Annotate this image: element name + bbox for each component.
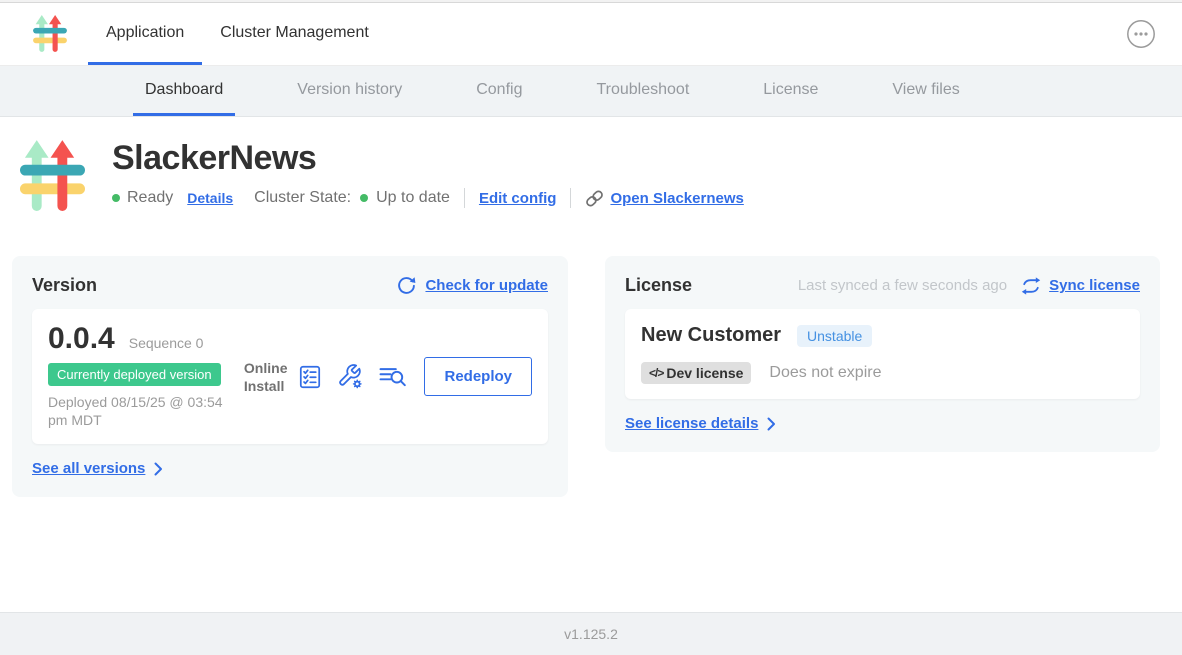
app-status-dot — [112, 194, 120, 202]
check-for-update-action[interactable]: Check for update — [396, 275, 548, 296]
customer-row: New Customer Unstable — [641, 324, 1124, 347]
version-card-header: Version Check for update — [32, 275, 548, 296]
see-all-versions-link[interactable]: See all versions — [32, 460, 145, 477]
deployed-status-badge: Currently deployed version — [48, 363, 221, 386]
cluster-state-label: Cluster State: — [254, 189, 351, 207]
redeploy-button[interactable]: Redeploy — [424, 357, 532, 396]
license-type-label: Dev license — [666, 365, 743, 381]
subtab-troubleshoot[interactable]: Troubleshoot — [584, 66, 701, 116]
open-app-link[interactable]: Open Slackernews — [610, 190, 743, 207]
tab-application-label: Application — [106, 24, 184, 42]
app-logo-large — [20, 138, 85, 222]
app-status-text: Ready — [127, 189, 173, 207]
subtab-dashboard[interactable]: Dashboard — [133, 66, 235, 116]
subtab-version-history-label: Version history — [297, 81, 402, 99]
refresh-icon — [396, 275, 417, 296]
customer-name: New Customer — [641, 324, 781, 347]
sync-arrows-icon — [1021, 276, 1041, 296]
footer: v1.125.2 — [0, 612, 1182, 655]
expiration-text: Does not expire — [769, 364, 881, 382]
subtab-troubleshoot-label: Troubleshoot — [596, 81, 689, 99]
subtab-license-label: License — [763, 81, 818, 99]
subtab-view-files[interactable]: View files — [880, 66, 971, 116]
see-license-details-row: See license details — [625, 415, 1140, 432]
config-wrench-gear-icon[interactable] — [337, 363, 364, 390]
link-chain-icon — [585, 189, 604, 208]
install-type-label: Online Install — [244, 359, 288, 395]
license-type-badge: </> Dev license — [641, 362, 751, 384]
license-card: License Last synced a few seconds ago Sy… — [605, 256, 1160, 452]
details-link[interactable]: Details — [187, 190, 233, 206]
version-actions: Online Install — [244, 357, 532, 396]
app-header: SlackerNews Ready Details Cluster State:… — [0, 117, 1182, 222]
subtab-version-history[interactable]: Version history — [285, 66, 414, 116]
page-title: SlackerNews — [112, 140, 744, 177]
preflight-checklist-icon[interactable] — [297, 364, 323, 390]
chevron-right-icon — [767, 417, 776, 431]
license-card-header: License Last synced a few seconds ago Sy… — [625, 275, 1140, 296]
subtab-license[interactable]: License — [751, 66, 830, 116]
license-meta-row: </> Dev license Does not expire — [641, 362, 1124, 384]
see-license-details-link[interactable]: See license details — [625, 415, 758, 432]
slackernews-logo-icon — [33, 14, 67, 55]
subtab-view-files-label: View files — [892, 81, 959, 99]
divider — [570, 188, 571, 208]
top-nav-tabs: Application Cluster Management — [88, 3, 387, 65]
sequence-label: Sequence 0 — [129, 335, 204, 351]
top-nav: Application Cluster Management — [0, 3, 1182, 66]
current-version-panel: 0.0.4 Sequence 0 Currently deployed vers… — [32, 309, 548, 444]
version-info: 0.0.4 Sequence 0 Currently deployed vers… — [48, 324, 244, 429]
subtab-dashboard-label: Dashboard — [145, 81, 223, 99]
last-synced-text: Last synced a few seconds ago — [798, 277, 1007, 294]
version-card: Version Check for update 0.0.4 Sequ — [12, 256, 568, 497]
sync-license-link[interactable]: Sync license — [1049, 277, 1140, 294]
ellipsis-menu-icon — [1126, 19, 1156, 49]
app-sub-nav: Dashboard Version history Config Trouble… — [0, 66, 1182, 117]
version-card-title: Version — [32, 275, 97, 296]
license-details-panel: New Customer Unstable </> Dev license Do… — [625, 309, 1140, 399]
dashboard-cards: Version Check for update 0.0.4 Sequ — [0, 222, 1182, 497]
tab-application[interactable]: Application — [88, 3, 202, 65]
app-status-row: Ready Details Cluster State: Up to date … — [112, 188, 744, 208]
version-number: 0.0.4 — [48, 324, 115, 354]
subtab-config[interactable]: Config — [464, 66, 534, 116]
deployed-timestamp: Deployed 08/15/25 @ 03:54 pm MDT — [48, 393, 244, 429]
app-header-text: SlackerNews Ready Details Cluster State:… — [112, 138, 744, 222]
see-all-versions-row: See all versions — [32, 460, 548, 477]
app-logo-small — [33, 14, 67, 55]
slackernews-logo-icon — [20, 138, 85, 217]
main-content: SlackerNews Ready Details Cluster State:… — [0, 117, 1182, 497]
channel-badge: Unstable — [797, 325, 872, 347]
cluster-state-dot — [360, 194, 368, 202]
subtab-config-label: Config — [476, 81, 522, 99]
chevron-right-icon — [154, 462, 163, 476]
divider — [464, 188, 465, 208]
tab-cluster-management-label: Cluster Management — [220, 24, 369, 42]
tab-cluster-management[interactable]: Cluster Management — [202, 3, 387, 65]
cluster-state-value: Up to date — [376, 189, 450, 207]
file-search-icon[interactable] — [378, 364, 408, 389]
admin-console-version: v1.125.2 — [564, 626, 618, 642]
edit-config-link[interactable]: Edit config — [479, 190, 557, 207]
overflow-menu-button[interactable] — [1126, 19, 1156, 49]
code-icon: </> — [649, 366, 663, 380]
sync-license-action: Last synced a few seconds ago Sync licen… — [798, 276, 1140, 296]
check-for-update-link[interactable]: Check for update — [425, 277, 548, 294]
version-number-row: 0.0.4 Sequence 0 — [48, 324, 244, 354]
license-card-title: License — [625, 275, 692, 296]
